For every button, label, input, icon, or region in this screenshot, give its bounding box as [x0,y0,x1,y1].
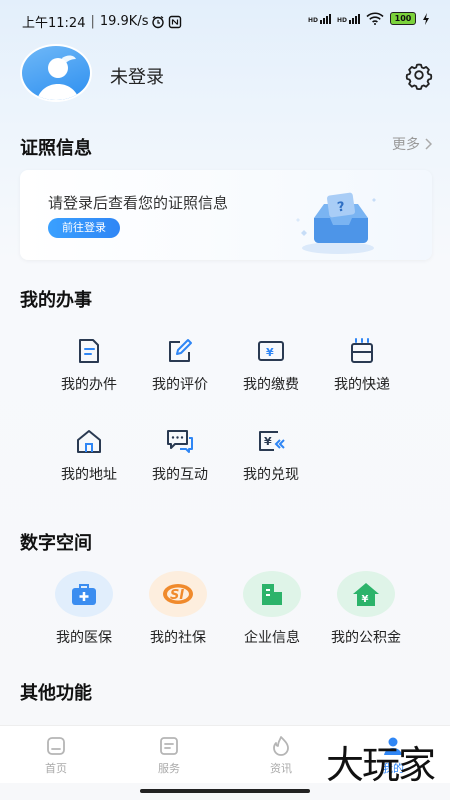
gear-icon[interactable] [404,60,434,90]
more-link[interactable]: 更多 [392,134,432,154]
login-button[interactable]: 前往登录 [48,218,120,238]
username[interactable]: 未登录 [110,63,164,89]
medical-kit-icon [72,584,96,605]
affair-item-review[interactable]: 我的评价 [135,336,225,394]
fund-circle: ¥ [337,571,395,617]
space-label: 我的公积金 [331,630,401,646]
signal-hd-2: HD [336,16,347,24]
tab-label: 资讯 [270,762,292,775]
watermark: 大玩家 [325,743,436,787]
tab-news[interactable]: 资讯 [246,734,316,776]
building-icon [262,584,282,605]
svg-text:¥: ¥ [264,435,272,448]
affair-label: 我的互动 [152,467,208,483]
affair-item-express[interactable]: 我的快递 [317,336,407,394]
affair-label: 我的兑现 [243,467,299,483]
battery-icon: 100 [390,12,416,25]
status-time: 上午11:24 [22,16,86,31]
wifi-icon [366,12,384,25]
home-icon [47,737,65,755]
space-item-medical[interactable]: 我的医保 [34,571,134,647]
chat-icon [167,430,193,453]
affair-item-interaction[interactable]: 我的互动 [135,426,225,484]
cert-card: 请登录后查看您的证照信息 前往登录 ? [20,170,432,260]
svg-text:¥: ¥ [266,346,274,359]
affair-item-payment[interactable]: ¥ 我的缴费 [226,336,316,394]
affairs-section-title: 我的办事 [20,290,92,311]
house-icon [77,430,101,453]
other-section-title: 其他功能 [20,683,92,704]
space-item-enterprise[interactable]: 企业信息 [222,571,322,647]
tab-label: 服务 [158,762,180,775]
yuan-return-icon: ¥ [259,431,285,451]
empty-box-illustration: ? [296,192,376,254]
svg-text:SI: SI [170,588,184,603]
space-label: 企业信息 [244,630,300,646]
signal-icon: HD [307,13,331,24]
tab-home[interactable]: 首页 [21,734,91,776]
space-label: 我的医保 [56,630,112,646]
battery-level: 100 [394,14,412,23]
status-divider: | [90,14,95,29]
affair-item-cases[interactable]: 我的办件 [44,336,134,394]
affair-label: 我的地址 [61,467,117,483]
yuan-house-icon: ¥ [353,583,379,606]
status-right: HD HD 100 [308,12,430,25]
avatar[interactable] [20,44,92,102]
charging-icon [423,12,429,25]
edit-icon [169,339,192,362]
alarm-icon [152,15,165,28]
yuan-card-icon: ¥ [258,341,284,361]
package-icon [351,338,373,363]
space-label: 我的社保 [150,630,206,646]
affair-label: 我的评价 [152,377,208,393]
chevron-right-icon [425,138,432,150]
nfc-icon [169,15,182,28]
status-speed: 19.9K/s [99,14,149,29]
cert-section-title: 证照信息 [20,138,92,159]
home-indicator[interactable] [140,789,310,793]
status-left: 上午11:24 | 19.9K/s [22,12,182,31]
affair-item-cashout[interactable]: ¥ 我的兑现 [226,426,316,484]
social-circle: SI [149,571,207,617]
svg-text:¥: ¥ [362,594,369,605]
medical-circle [55,571,113,617]
affair-item-address[interactable]: 我的地址 [44,426,134,484]
affair-label: 我的缴费 [243,377,299,393]
tab-service[interactable]: 服务 [134,734,204,776]
social-security-icon: SI [163,584,193,604]
affair-label: 我的快递 [334,377,390,393]
cert-card-text: 请登录后查看您的证照信息 [48,194,229,212]
enterprise-circle [243,571,301,617]
document-icon [79,339,99,363]
space-item-social[interactable]: SI 我的社保 [128,571,228,647]
user-avatar-icon [36,55,80,100]
status-bar: 上午11:24 | 19.9K/s HD HD 100 [0,0,450,40]
space-item-fund[interactable]: ¥ 我的公积金 [316,571,416,647]
more-label: 更多 [392,137,420,153]
digital-space-section-title: 数字空间 [20,533,92,554]
signal-hd-1: HD [307,16,318,24]
signal-icon-2: HD [336,13,360,24]
affair-label: 我的办件 [61,377,117,393]
tab-label: 首页 [45,762,67,775]
service-icon [160,737,178,755]
news-icon [273,736,289,756]
